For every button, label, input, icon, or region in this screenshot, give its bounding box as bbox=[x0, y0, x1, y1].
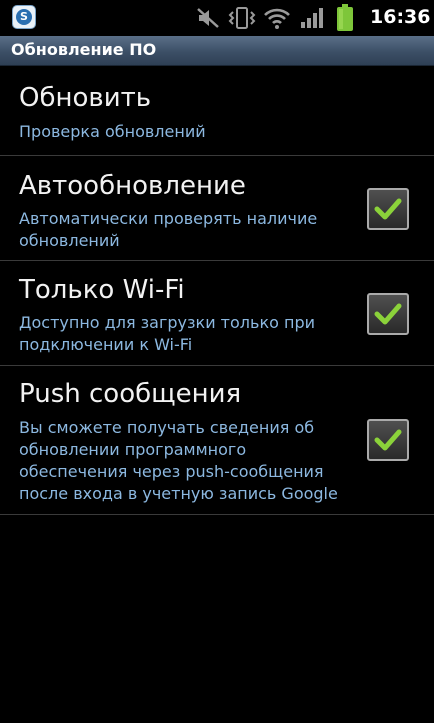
setting-title: Только Wi-Fi bbox=[19, 275, 185, 305]
app-s-icon: S bbox=[12, 5, 36, 29]
setting-title: Обновить bbox=[19, 83, 152, 113]
push-messages-checkbox[interactable] bbox=[367, 419, 409, 461]
battery-icon bbox=[337, 4, 353, 31]
setting-summary: Вы сможете получать сведения об обновлен… bbox=[19, 418, 338, 503]
page-title: Обновление ПО bbox=[11, 40, 157, 59]
checkmark-icon bbox=[374, 198, 402, 220]
wifi-icon bbox=[264, 8, 290, 29]
status-bar: S 16:36 bbox=[0, 0, 434, 36]
setting-auto-update[interactable]: Автообновление Автоматически проверять н… bbox=[0, 156, 434, 261]
checkmark-icon bbox=[374, 429, 402, 451]
setting-update[interactable]: Обновить Проверка обновлений bbox=[0, 66, 434, 156]
checkmark-icon bbox=[374, 303, 402, 325]
setting-wifi-only[interactable]: Только Wi-Fi Доступно для загрузки тольк… bbox=[0, 261, 434, 366]
settings-list: Обновить Проверка обновлений Автообновле… bbox=[0, 66, 434, 515]
setting-summary: Автоматически проверять наличие обновлен… bbox=[19, 209, 318, 250]
signal-icon bbox=[301, 8, 323, 28]
setting-summary: Доступно для загрузки только при подключ… bbox=[19, 313, 315, 354]
setting-title: Автообновление bbox=[19, 171, 246, 201]
mute-icon bbox=[197, 8, 219, 28]
vibrate-icon bbox=[228, 7, 256, 29]
auto-update-checkbox[interactable] bbox=[367, 188, 409, 230]
wifi-only-checkbox[interactable] bbox=[367, 293, 409, 335]
setting-push-messages[interactable]: Push сообщения Вы сможете получать сведе… bbox=[0, 366, 434, 515]
setting-summary: Проверка обновлений bbox=[19, 122, 206, 141]
status-time: 16:36 bbox=[370, 6, 431, 28]
title-bar: Обновление ПО bbox=[0, 36, 434, 66]
setting-title: Push сообщения bbox=[19, 379, 242, 409]
